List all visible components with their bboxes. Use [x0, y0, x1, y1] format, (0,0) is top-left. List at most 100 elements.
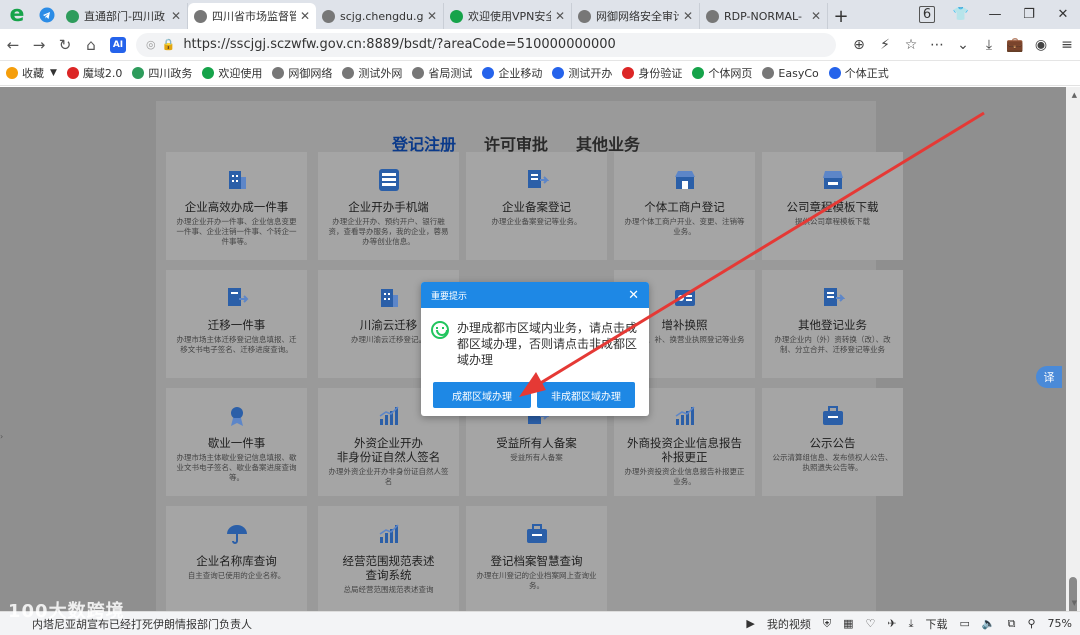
service-card[interactable]: 迁移一件事 办理市场主体迁移登记信息填报、迁移文书电子签名、迁移进度查询。: [166, 270, 307, 378]
forward-button[interactable]: →: [26, 36, 52, 54]
bookmark-item[interactable]: 企业移动: [482, 65, 542, 81]
zoom-search-icon[interactable]: ⚲: [1027, 617, 1035, 630]
tab-close-icon[interactable]: ✕: [811, 9, 821, 23]
card-title: 经营范围规范表述 查询系统: [342, 554, 435, 582]
zoom-icon[interactable]: ⊕: [846, 37, 872, 53]
migrate-icon: [227, 288, 248, 306]
reload-button[interactable]: ↻: [52, 36, 78, 54]
bookmark-item[interactable]: EasyCo: [762, 67, 819, 80]
card-title: 企业开办手机端: [348, 200, 429, 214]
bookmark-item[interactable]: 网御网络: [272, 65, 332, 81]
tab-1[interactable]: 四川省市场监督管 ✕: [188, 3, 316, 29]
bookmark-item[interactable]: 测试外网: [342, 65, 402, 81]
bookmark-star-icon[interactable]: ☆: [898, 37, 924, 53]
maximize-button[interactable]: ❐: [1012, 7, 1046, 22]
service-card[interactable]: 登记档案智慧查询 办理在川登记的企业档案网上查询业务。: [466, 506, 607, 611]
translate-button[interactable]: 译: [1036, 366, 1062, 388]
chevron-down-icon[interactable]: ▼: [50, 68, 57, 78]
download-link[interactable]: 下载: [926, 616, 948, 632]
my-video-link[interactable]: 我的视频: [767, 616, 811, 632]
speaker-icon[interactable]: 🔈: [982, 617, 996, 630]
bookmark-item[interactable]: 个体网页: [692, 65, 752, 81]
window-icon[interactable]: ⧉: [1008, 617, 1016, 631]
service-card[interactable]: 公司章程模板下载 提供公司章程模板下载: [762, 152, 903, 260]
bookmark-icon: [762, 67, 775, 79]
tab-favicon-icon: [706, 9, 719, 23]
bookmark-label: 个体正式: [844, 67, 889, 80]
bookmark-icon: [622, 67, 635, 79]
grid-icon[interactable]: ▦: [843, 617, 853, 630]
service-card[interactable]: 企业开办手机端 办理企业开办、预约开户、银行融资，查看导办服务，我的企业，蓉易办等…: [318, 152, 459, 260]
home-button[interactable]: ⌂: [78, 36, 104, 54]
download-manager-icon[interactable]: ⤓: [976, 37, 1002, 53]
bookmark-item[interactable]: 欢迎使用: [202, 65, 262, 81]
tab-count-button[interactable]: 6: [910, 6, 944, 23]
back-button[interactable]: ←: [0, 36, 26, 54]
left-handle-icon[interactable]: ›: [0, 432, 4, 446]
service-card[interactable]: 个体工商户登记 办理个体工商户开业、变更、注销等业务。: [614, 152, 755, 260]
tab-5[interactable]: RDP-NORMAL- ✕: [700, 3, 828, 29]
bookmark-item[interactable]: 魔域2.0: [66, 65, 123, 81]
card-desc: 办理企业内（外）资转换（改）、改制、分立合并、迁移登记等业务: [774, 335, 891, 354]
rocket-icon[interactable]: ✈: [887, 617, 896, 630]
service-card[interactable]: 歇业一件事 办理市场主体歇业登记信息填报、歇业文书电子签名、歇业备案进度查询等。: [166, 388, 307, 496]
non-chengdu-region-button[interactable]: 非成都区域办理: [537, 382, 635, 408]
bookmark-item[interactable]: 四川政务: [132, 65, 192, 81]
bookmark-item[interactable]: 个体正式: [828, 65, 889, 81]
scrollbar[interactable]: ▲ ▼: [1066, 87, 1080, 619]
tab-close-icon[interactable]: ✕: [427, 9, 437, 23]
url-field[interactable]: ◎ 🔒 https://sscjgj.sczwfw.gov.cn:8889/bs…: [136, 32, 836, 57]
chevron-down-icon[interactable]: ⌄: [950, 37, 976, 53]
zoom-level[interactable]: 75%: [1048, 617, 1072, 630]
bookmark-item[interactable]: 省局测试: [412, 65, 472, 81]
close-icon[interactable]: ✕: [628, 288, 639, 303]
monitor-icon[interactable]: ▭: [960, 617, 970, 630]
video-icon[interactable]: ▶: [746, 617, 754, 630]
shirt-icon[interactable]: 👕: [944, 7, 978, 22]
tab-close-icon[interactable]: ✕: [171, 9, 181, 23]
tab-0[interactable]: 直通部门-四川政 ✕: [60, 3, 188, 29]
tab-close-icon[interactable]: ✕: [555, 9, 565, 23]
ai-icon[interactable]: AI: [110, 36, 126, 53]
more-icon[interactable]: ⋯: [924, 37, 950, 53]
chengdu-region-button[interactable]: 成都区域办理: [433, 382, 531, 408]
service-card[interactable]: 企业名称库查询 自主查询已使用的企业名称。: [166, 506, 307, 611]
card-desc: 办理企业备案登记等业务。: [491, 217, 582, 226]
close-window-button[interactable]: ✕: [1046, 7, 1080, 22]
bookmark-label: 魔域2.0: [82, 67, 123, 80]
dialog-header: 重要提示 ✕: [421, 282, 649, 308]
browser-logo-icon[interactable]: e: [0, 0, 34, 29]
bookmark-item[interactable]: 身份验证: [622, 65, 682, 81]
tab-2[interactable]: scjg.chengdu.g ✕: [316, 3, 444, 29]
bookmark-icon: [552, 67, 565, 79]
card-desc: 受益所有人备案: [510, 453, 563, 462]
download-icon[interactable]: ⤓: [909, 617, 914, 631]
telegram-icon[interactable]: [34, 0, 60, 29]
card-title: 个体工商户登记: [644, 200, 725, 214]
scroll-down-icon[interactable]: ▼: [1072, 599, 1077, 607]
building-icon: [228, 171, 246, 189]
card-title: 外商投资企业信息报告 补报更正: [627, 436, 742, 464]
site-info-icon[interactable]: ◎: [146, 38, 156, 51]
service-card[interactable]: 企业备案登记 办理企业备案登记等业务。: [466, 152, 607, 260]
menu-icon[interactable]: ≡: [1054, 37, 1080, 53]
scroll-up-icon[interactable]: ▲: [1072, 91, 1077, 99]
service-card[interactable]: 公示公告 公示清算组信息、发布债权人公告、执照遗失公告等。: [762, 388, 903, 496]
service-card[interactable]: 其他登记业务 办理企业内（外）资转换（改）、改制、分立合并、迁移登记等业务: [762, 270, 903, 378]
tab-close-icon[interactable]: ✕: [300, 9, 310, 23]
bookmark-item[interactable]: 收藏 ▼: [6, 65, 57, 81]
service-card[interactable]: 经营范围规范表述 查询系统 总局经营范围规范表述查询: [318, 506, 459, 611]
bookmark-item[interactable]: 测试开办: [552, 65, 612, 81]
tab-4[interactable]: 网御网络安全审计 ✕: [572, 3, 700, 29]
minimize-button[interactable]: —: [978, 7, 1012, 22]
tab-3[interactable]: 欢迎使用VPN安全 ✕: [444, 3, 572, 29]
new-tab-button[interactable]: +: [828, 3, 854, 29]
lightning-icon[interactable]: ⚡: [872, 37, 898, 53]
tab-close-icon[interactable]: ✕: [683, 9, 693, 23]
extension-icon[interactable]: ◉: [1028, 37, 1054, 53]
briefcase-tool-icon[interactable]: 💼: [1002, 37, 1028, 53]
tab-favicon-icon: [450, 9, 463, 23]
shield-icon[interactable]: ⛨: [823, 617, 831, 631]
heart-icon[interactable]: ♡: [866, 617, 876, 630]
service-card[interactable]: 企业高效办成一件事 办理企业开办一件事、企业信息变更一件事、企业注销一件事、个转企…: [166, 152, 307, 260]
